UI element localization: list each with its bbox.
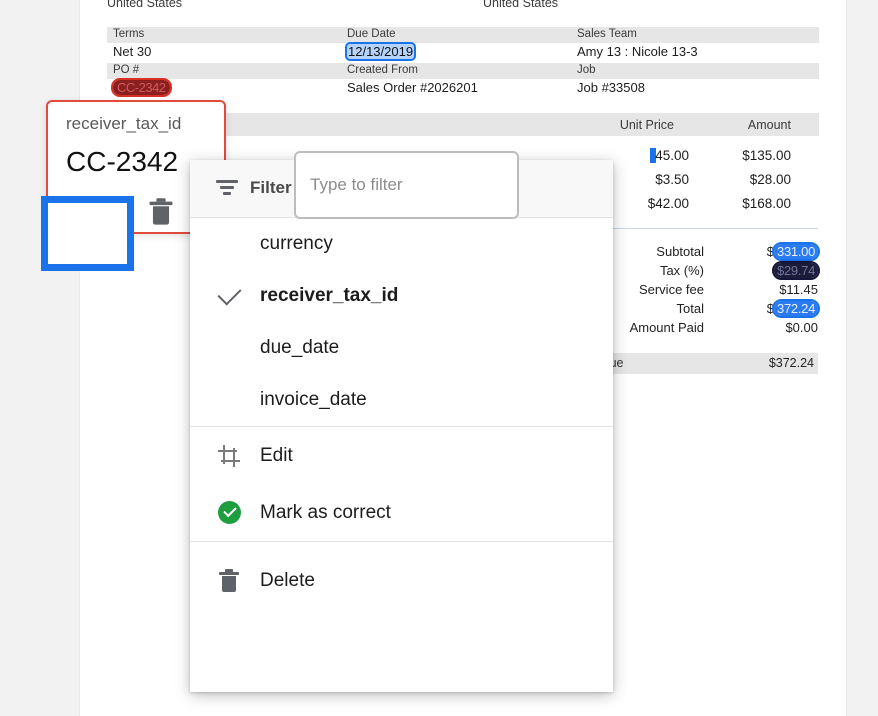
menu-group-fields: currency receiver_tax_id due_date invoic… (190, 218, 613, 426)
totals-value: $0.00 (785, 320, 818, 335)
meta-value-row-1: Net 30 12/13/2019 Amy 13 : Nicole 13-3 (107, 42, 819, 63)
due-date-highlight: 12/13/2019 (344, 42, 417, 61)
menu-item-label: currency (260, 233, 333, 254)
meta-value-row-2: CC-2342 Sales Order #2026201 Job #33508 (107, 78, 819, 99)
menu-filter-header: Filter (190, 151, 613, 219)
menu-item-label: Mark as correct (260, 501, 391, 523)
filter-icon (216, 180, 238, 196)
menu-item-receiver-tax-id[interactable]: receiver_tax_id (190, 270, 613, 322)
meta-header-created-from: Created From (347, 64, 418, 76)
menu-item-mark-as-correct[interactable]: Mark as correct (190, 484, 613, 541)
line-item-amount: $28.00 (749, 172, 791, 187)
menu-item-edit[interactable]: Edit (190, 427, 613, 484)
filter-input[interactable] (294, 151, 519, 219)
meta-value-due-date[interactable]: 12/13/2019 (344, 42, 417, 61)
address-right: United States (483, 0, 559, 10)
line-item-amount: $135.00 (742, 148, 791, 163)
address-left: United States (107, 0, 183, 10)
crop-icon (212, 427, 246, 484)
field-value-text: CC-2342 (66, 146, 179, 177)
meta-header-row-2: PO # Created From Job (107, 63, 819, 79)
menu-item-delete[interactable]: Delete (190, 542, 613, 620)
menu-item-due-date[interactable]: due_date (190, 322, 613, 374)
line-item-amount: $168.00 (742, 196, 791, 211)
check-circle-filled-icon (212, 484, 246, 541)
menu-item-label: invoice_date (260, 389, 367, 410)
menu-group-destructive: Delete (190, 542, 613, 620)
meta-header-row-1: Terms Due Date Sales Team (107, 27, 819, 43)
check-icon (212, 270, 246, 322)
meta-header-po: PO # (113, 64, 140, 76)
totals-value[interactable]: $29.74 (772, 261, 820, 280)
field-context-menu: Filter currency receiver_tax_id due_date… (190, 151, 613, 692)
menu-item-label: Edit (260, 444, 293, 466)
meta-header-sales-team: Sales Team (577, 28, 637, 40)
totals-label: Tax (%) (659, 263, 704, 278)
menu-item-label: due_date (260, 337, 340, 358)
po-number-highlight: CC-2342 (111, 78, 172, 97)
trash-icon (149, 198, 173, 226)
menu-item-label: Delete (260, 570, 315, 591)
totals-label: Total (676, 301, 704, 316)
trash-icon (212, 542, 246, 620)
meta-value-job: Job #33508 (577, 80, 645, 95)
column-header-unit-price: Unit Price (619, 118, 674, 132)
menu-item-label: receiver_tax_id (260, 285, 399, 306)
menu-item-invoice-date[interactable]: invoice_date (190, 374, 613, 426)
meta-value-created-from: Sales Order #2026201 (347, 80, 478, 95)
field-key-label: receiver_tax_id (66, 114, 182, 133)
line-item-unit-price: 45.00 (650, 148, 689, 163)
amount-due-value: $372.24 (768, 356, 814, 370)
meta-header-due-date: Due Date (347, 28, 396, 40)
totals-label: Service fee (638, 282, 704, 297)
totals-label: Subtotal (656, 244, 704, 259)
filter-label: Filter (250, 178, 292, 197)
column-header-amount: Amount (747, 118, 791, 132)
meta-value-po[interactable]: CC-2342 (111, 78, 172, 97)
menu-item-currency[interactable]: currency (190, 218, 613, 270)
totals-value: $11.45 (779, 282, 818, 297)
delete-field-button[interactable] (138, 192, 184, 232)
address-row: United States United States (107, 0, 816, 14)
totals-label: Amount Paid (629, 320, 704, 335)
focus-ring-backdrop (48, 203, 127, 264)
meta-value-sales-team: Amy 13 : Nicole 13-3 (577, 44, 698, 59)
totals-value[interactable]: $331.00 (767, 242, 820, 261)
subtotal-highlight: 331.00 (772, 242, 820, 261)
meta-value-terms: Net 30 (113, 44, 152, 59)
line-item-unit-price: $42.00 (647, 196, 689, 211)
menu-group-actions: Edit Mark as correct (190, 427, 613, 541)
line-item-unit-price: $3.50 (655, 172, 689, 187)
total-highlight: 372.24 (772, 299, 820, 318)
totals-value[interactable]: $372.24 (767, 299, 820, 318)
meta-header-terms: Terms (113, 28, 145, 40)
tax-highlight: $29.74 (772, 261, 820, 280)
invoice-meta-table: Terms Due Date Sales Team Net 30 12/13/2… (107, 27, 819, 99)
meta-header-job: Job (577, 64, 596, 76)
